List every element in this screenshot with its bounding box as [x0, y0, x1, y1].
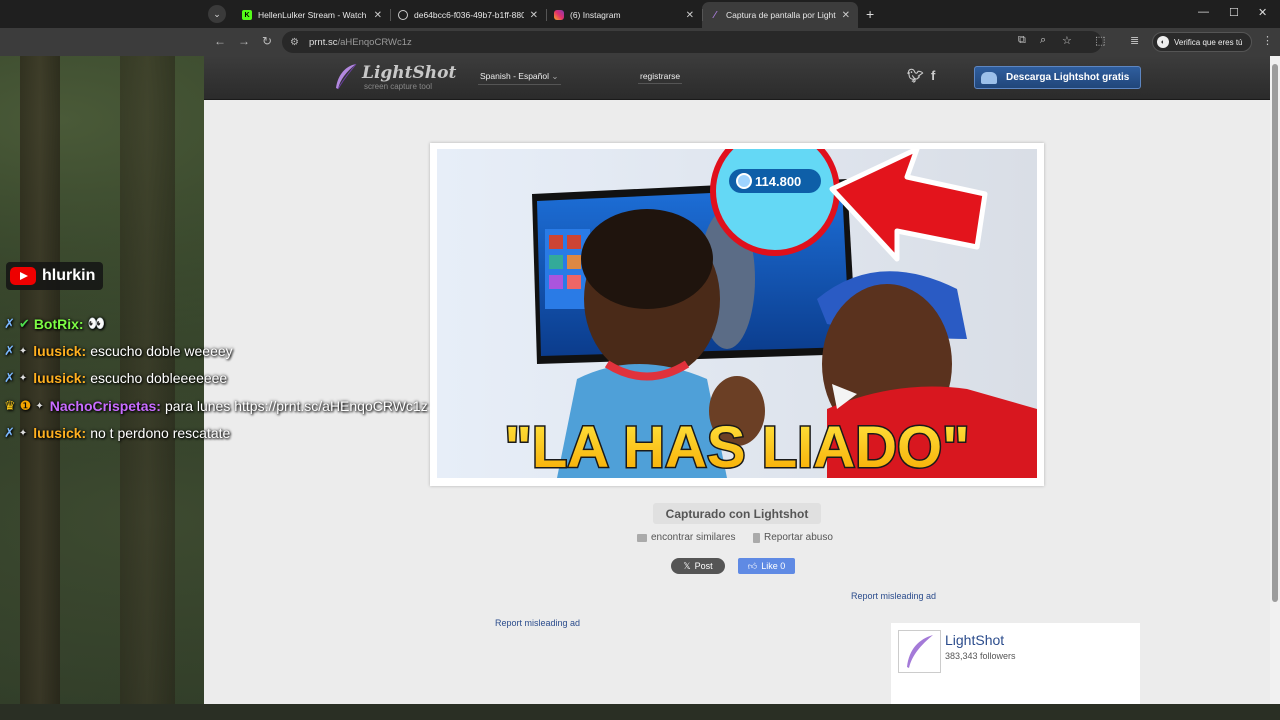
- back-icon[interactable]: ←: [214, 34, 226, 48]
- like-label: Like 0: [761, 561, 786, 571]
- url-host: prnt.sc: [308, 36, 338, 48]
- tab-title: HellenLulker Stream - Watch Li: [258, 10, 368, 20]
- kick-icon: K: [242, 10, 252, 20]
- new-tab-button[interactable]: +: [866, 6, 874, 22]
- facebook-page-name[interactable]: LightShot: [945, 632, 1004, 648]
- browser-window: ⌄ K HellenLulker Stream - Watch Li ✕ de6…: [0, 0, 1280, 720]
- find-similar-label: encontrar similares: [651, 532, 736, 543]
- reading-list-icon[interactable]: ≣: [1130, 34, 1139, 47]
- zoom-icon[interactable]: ⌕: [1040, 34, 1046, 47]
- chevron-down-icon: ⌄: [551, 71, 559, 81]
- tab-search-icon[interactable]: ⌄: [208, 5, 226, 23]
- scrollbar-thumb[interactable]: [1272, 64, 1278, 602]
- profile-avatar-icon: ◐: [1157, 36, 1169, 48]
- facebook-page-widget: LightShot 383,343 followers: [891, 623, 1140, 704]
- vbucks-text: 114.800: [755, 174, 801, 189]
- close-icon[interactable]: ✕: [530, 10, 538, 21]
- screenshot-caption: "LA HAS LIADO": [504, 415, 969, 478]
- instagram-icon: [554, 10, 564, 20]
- lightshot-header: LightShot screen capture tool Spanish - …: [204, 56, 1270, 100]
- captured-with-label: Capturado con Lightshot: [653, 503, 821, 524]
- lightshot-logo[interactable]: LightShot screen capture tool: [332, 62, 456, 92]
- screenshot-image[interactable]: 114.800 "LA HAS LIADO": [437, 149, 1037, 478]
- twitter-icon[interactable]: 🐦︎: [907, 68, 924, 84]
- camera-icon: [637, 533, 647, 542]
- x-icon: 𝕏: [683, 560, 691, 571]
- page-viewport: LightShot screen capture tool Spanish - …: [204, 56, 1270, 704]
- close-icon[interactable]: ✕: [686, 10, 694, 21]
- brand-tagline: screen capture tool: [364, 81, 433, 91]
- report-ad-link[interactable]: Report misleading ad: [851, 591, 936, 601]
- download-icon: [981, 71, 997, 84]
- tab-kick[interactable]: K HellenLulker Stream - Watch Li ✕: [234, 2, 390, 28]
- tab-instagram[interactable]: (6) Instagram ✕: [546, 2, 702, 28]
- post-label: Post: [694, 561, 713, 571]
- page-scrollbar[interactable]: [1270, 56, 1280, 704]
- report-abuse-link[interactable]: Reportar abuso: [753, 532, 833, 543]
- report-abuse-label: Reportar abuso: [764, 532, 833, 543]
- brand-name: LightShot: [362, 62, 457, 83]
- url-path: /aHEnqoCRWc1z: [337, 36, 412, 48]
- thumbs-up-icon: 👍︎: [747, 560, 758, 571]
- language-dropdown[interactable]: Spanish - Español ⌄: [478, 71, 561, 85]
- lightshot-brand: LightShot screen capture tool: [362, 64, 456, 91]
- facebook-icon[interactable]: f: [931, 68, 935, 83]
- extensions-icon[interactable]: ⬚: [1095, 34, 1105, 47]
- close-icon[interactable]: ✕: [374, 10, 382, 21]
- screenshot-frame: 114.800 "LA HAS LIADO": [430, 143, 1044, 486]
- globe-icon: [398, 10, 408, 20]
- browser-toolbar: ← → ↻ ⚙ prnt.sc/aHEnqoCRWc1z ⧉ ⌕ ☆ ⬚ ≣ ◐…: [0, 28, 1280, 56]
- flag-icon: [753, 532, 760, 543]
- lightshot-avatar[interactable]: [898, 630, 941, 673]
- tab-title: de64bcc6-f036-49b7-b1ff-8808: [414, 10, 524, 20]
- language-label: Spanish - Español: [480, 71, 549, 81]
- tab-title: Captura de pantalla por Lightsh: [726, 10, 836, 20]
- minimize-icon[interactable]: —: [1198, 6, 1209, 18]
- download-label: Descarga Lightshot gratis: [1006, 72, 1130, 83]
- forward-icon[interactable]: →: [238, 34, 250, 48]
- tab-lightshot[interactable]: ⁄ Captura de pantalla por Lightsh ✕: [702, 2, 858, 28]
- facebook-followers: 383,343 followers: [945, 651, 1016, 661]
- tab-title: (6) Instagram: [570, 10, 621, 20]
- site-info-icon[interactable]: ⚙: [290, 37, 299, 48]
- report-ad-link[interactable]: Report misleading ad: [495, 618, 580, 628]
- find-similar-link[interactable]: encontrar similares: [637, 532, 735, 543]
- close-icon[interactable]: ✕: [842, 10, 850, 21]
- reload-icon[interactable]: ↻: [262, 34, 272, 48]
- bottom-strip: [0, 704, 1280, 720]
- feather-icon: [332, 62, 358, 92]
- bookmark-star-icon[interactable]: ☆: [1062, 34, 1072, 47]
- install-app-icon[interactable]: ⧉: [1018, 34, 1026, 47]
- facebook-like-button[interactable]: 👍︎ Like 0: [738, 558, 795, 574]
- lightshot-feather-icon: ⁄: [714, 9, 716, 21]
- tab-strip: ⌄ K HellenLulker Stream - Watch Li ✕ de6…: [0, 0, 1280, 28]
- menu-icon[interactable]: ⋮: [1262, 34, 1273, 47]
- profile-label: Verifica que eres tú: [1174, 37, 1243, 47]
- profile-button[interactable]: ◐ Verifica que eres tú: [1152, 32, 1252, 52]
- tab-uuid[interactable]: de64bcc6-f036-49b7-b1ff-8808 ✕: [390, 2, 546, 28]
- download-button[interactable]: Descarga Lightshot gratis: [974, 66, 1141, 89]
- address-bar[interactable]: ⚙ prnt.sc/aHEnqoCRWc1z: [282, 31, 1102, 53]
- maximize-icon[interactable]: ☐: [1229, 6, 1239, 19]
- register-link[interactable]: registrarse: [638, 71, 683, 84]
- x-post-button[interactable]: 𝕏 Post: [671, 558, 725, 574]
- window-close-icon[interactable]: ✕: [1258, 6, 1267, 19]
